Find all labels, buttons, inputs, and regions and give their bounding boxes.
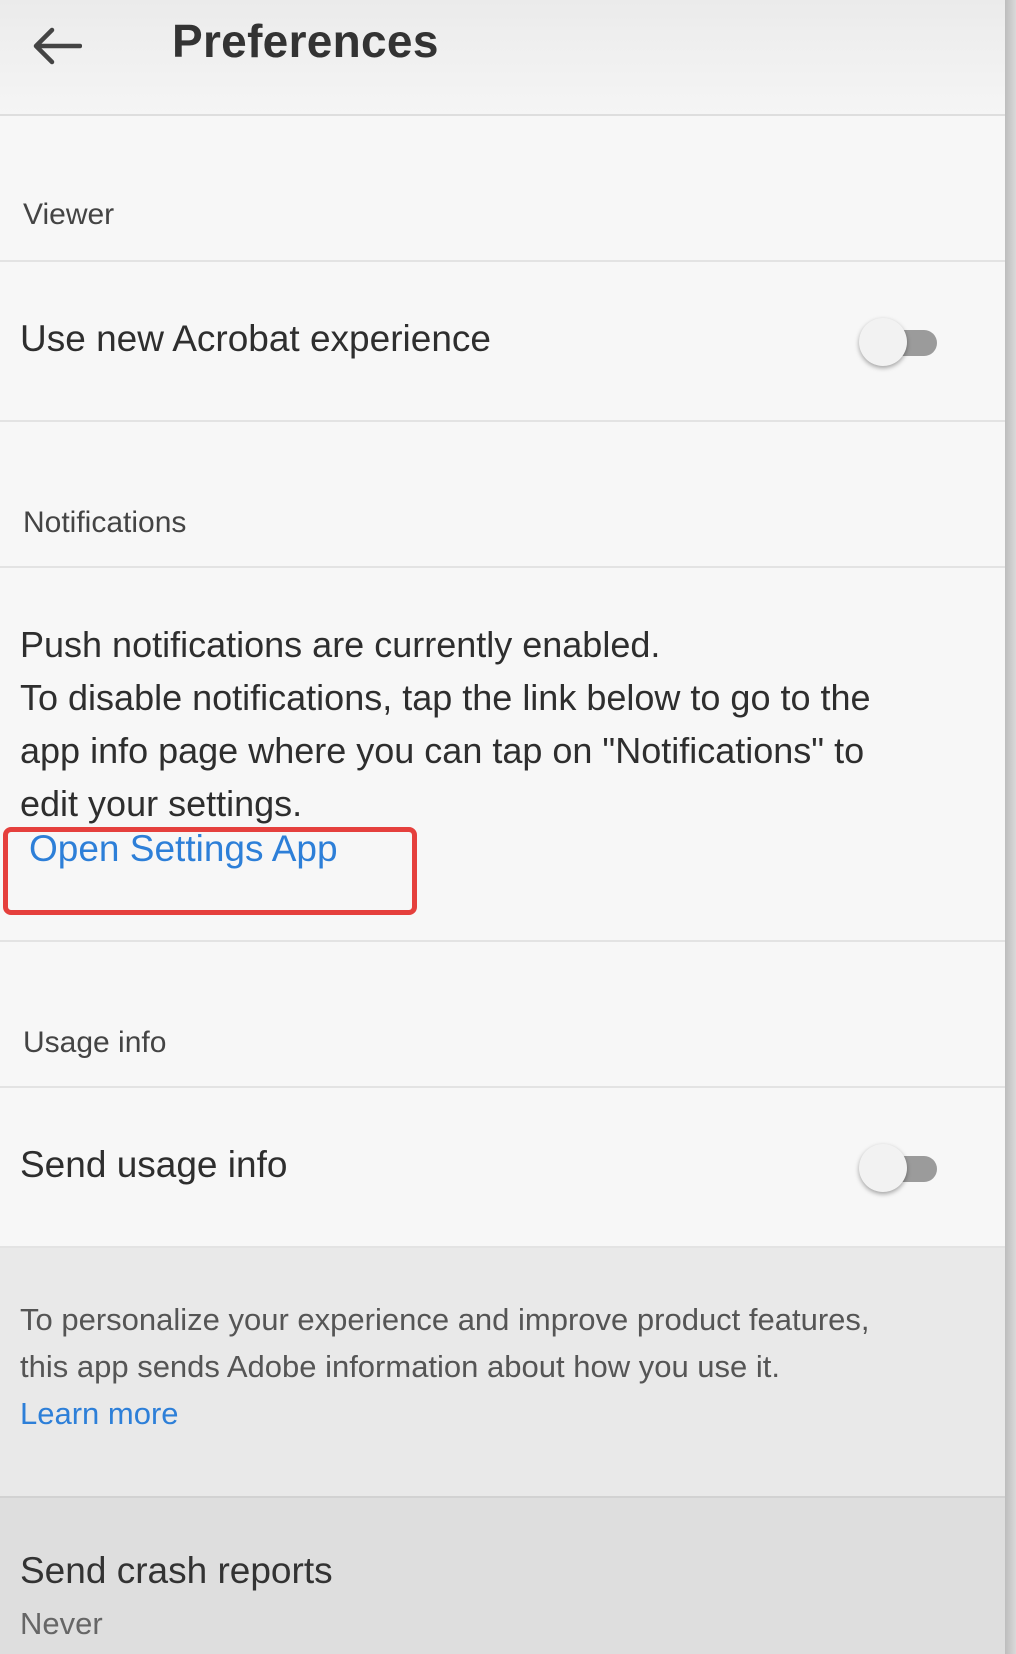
usage-line: this app sends Adobe information about h…: [20, 1349, 780, 1384]
setting-row-send-usage[interactable]: Send usage info: [0, 1088, 1005, 1248]
app-bar: Preferences: [0, 0, 1005, 116]
crash-reports-value: Never: [20, 1606, 103, 1641]
notifications-line: Push notifications are currently enabled…: [20, 624, 661, 665]
section-header-label: Viewer: [23, 198, 115, 231]
page-title: Preferences: [172, 15, 439, 67]
notifications-line: app info page where you can tap on "Noti…: [20, 730, 865, 771]
section-header-usage: Usage info: [0, 942, 1005, 1088]
preferences-screen: Preferences Viewer Use new Acrobat exper…: [0, 0, 1005, 1654]
setting-row-new-acrobat[interactable]: Use new Acrobat experience: [0, 262, 1005, 422]
toggle-thumb: [859, 318, 907, 366]
notifications-line: To disable notifications, tap the link b…: [20, 677, 871, 718]
notifications-description: Push notifications are currently enabled…: [20, 618, 980, 830]
section-header-notifications: Notifications: [0, 422, 1005, 568]
setting-label: Use new Acrobat experience: [20, 318, 491, 359]
arrow-left-icon: [33, 27, 82, 65]
usage-line: To personalize your experience and impro…: [20, 1302, 870, 1337]
toggle-thumb: [859, 1144, 907, 1192]
learn-more-link[interactable]: Learn more: [20, 1396, 179, 1431]
section-header-label: Usage info: [23, 1026, 167, 1059]
screen-edge: [1005, 0, 1016, 1654]
section-header-label: Notifications: [23, 506, 187, 539]
section-header-viewer: Viewer: [0, 116, 1005, 262]
back-button[interactable]: [20, 12, 92, 80]
send-usage-toggle[interactable]: [857, 1138, 943, 1198]
setting-label: Send usage info: [20, 1144, 288, 1185]
usage-description-text: To personalize your experience and impro…: [20, 1296, 1000, 1437]
new-acrobat-toggle[interactable]: [857, 312, 943, 372]
usage-description: To personalize your experience and impro…: [0, 1248, 1005, 1498]
highlight-box: [3, 827, 417, 915]
notifications-line: edit your settings.: [20, 783, 303, 824]
setting-row-crash-reports[interactable]: Send crash reports Never: [0, 1498, 1005, 1654]
crash-reports-label: Send crash reports: [20, 1550, 333, 1591]
